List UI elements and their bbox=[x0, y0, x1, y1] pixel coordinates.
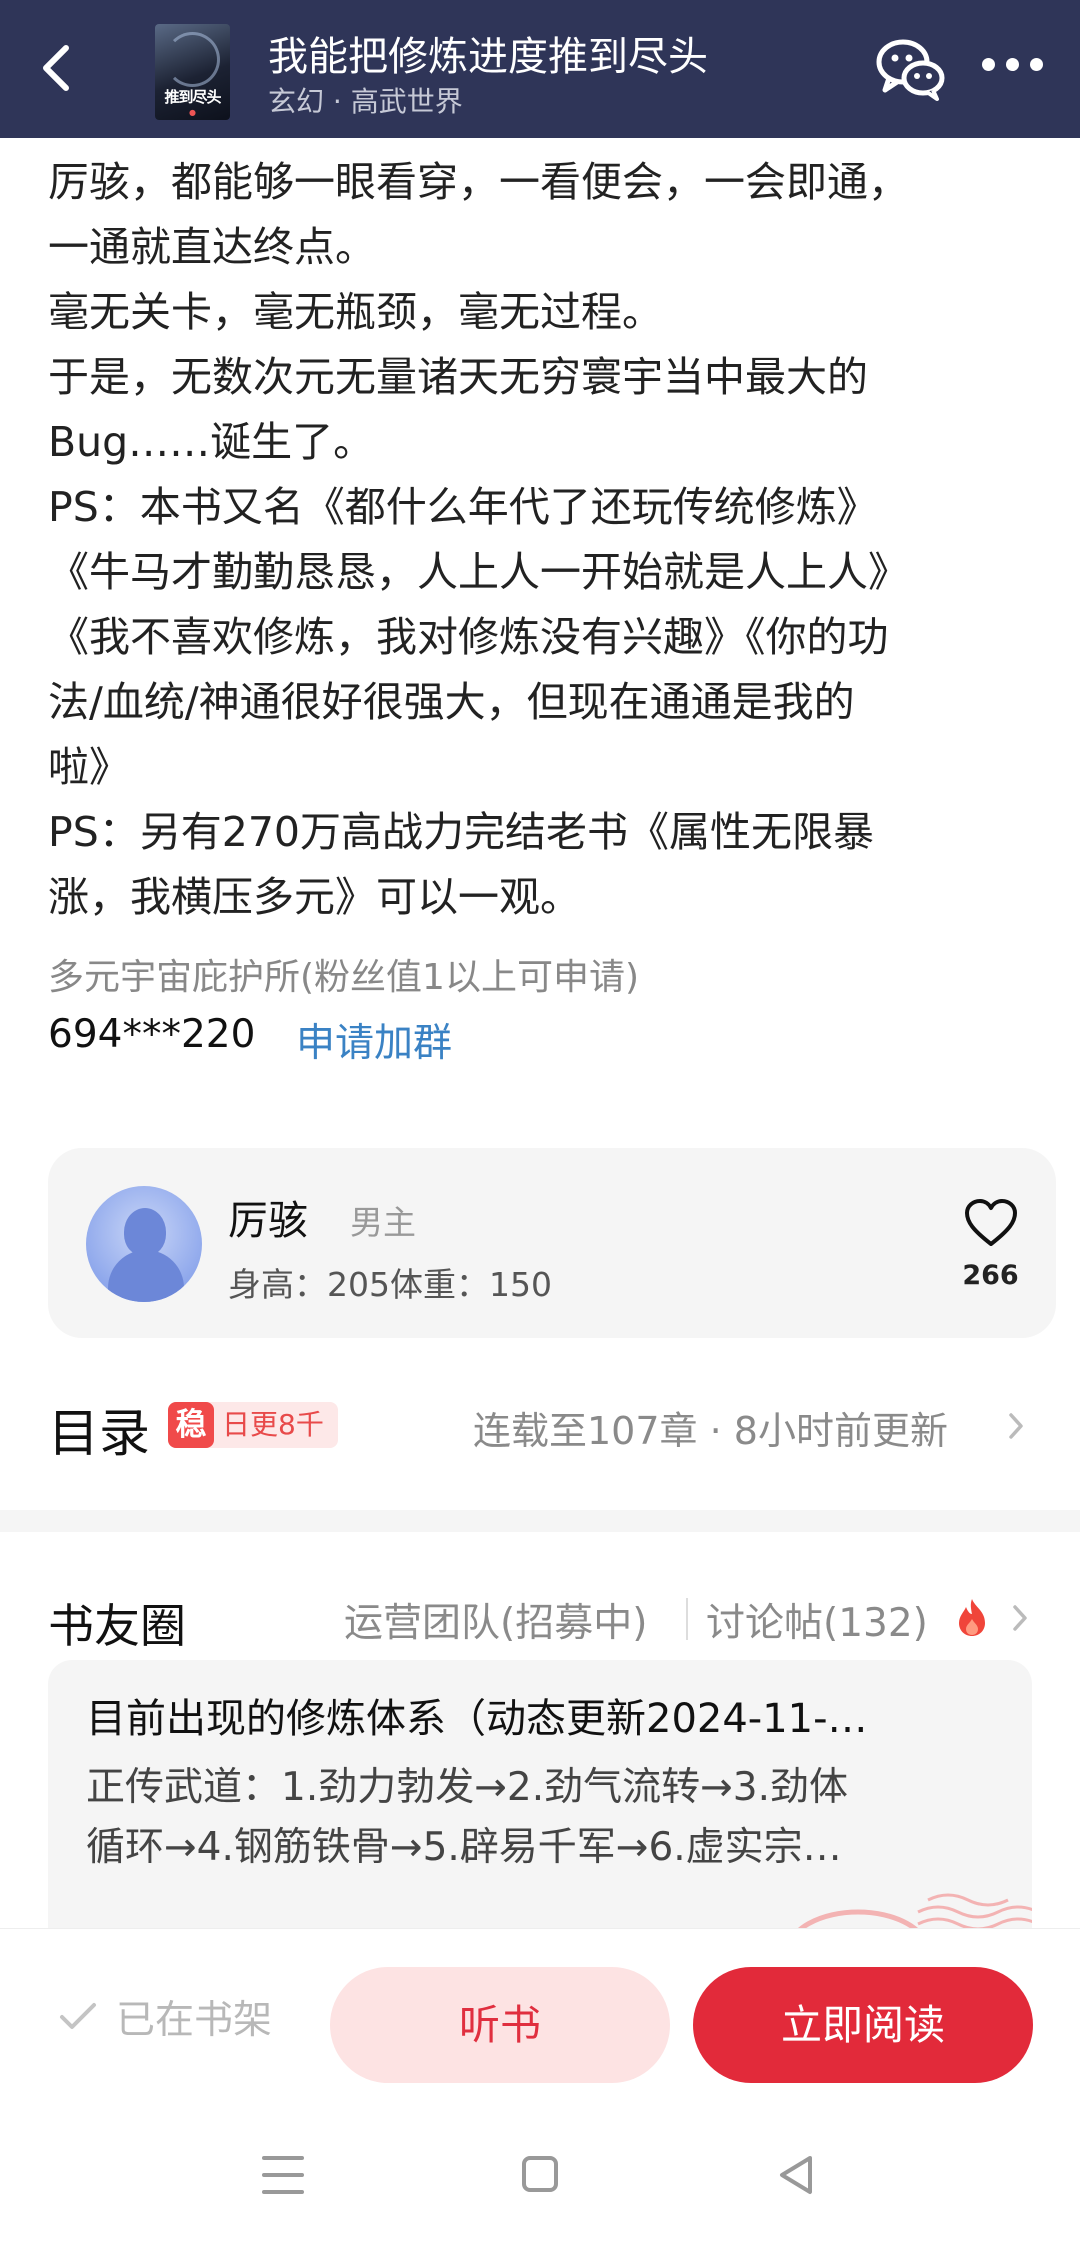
check-icon bbox=[60, 2003, 96, 2029]
character-stats: 身高：205体重：150 bbox=[228, 1265, 552, 1304]
book-friends-title: 书友圈 bbox=[48, 1599, 186, 1653]
description-line: PS：本书又名《都什么年代了还玩传统修炼》 bbox=[48, 483, 878, 531]
post-card[interactable]: 目前出现的修炼体系（动态更新2024-11-… 正传武道：1.劲力勃发→2.劲气… bbox=[48, 1660, 1032, 1930]
description-line: 《我不喜欢修炼，我对修炼没有兴趣》《你的功 bbox=[48, 613, 889, 661]
separator bbox=[686, 1598, 688, 1640]
back-arrow-icon[interactable] bbox=[28, 38, 88, 98]
heart-icon[interactable] bbox=[963, 1198, 1019, 1248]
stamp-decoration bbox=[795, 1893, 1032, 1930]
description-line: 涨，我横压多元》可以一观。 bbox=[48, 873, 581, 921]
recent-apps-icon[interactable] bbox=[262, 2156, 304, 2196]
post-line: 正传武道：1.劲力勃发→2.劲气流转→3.劲体 bbox=[86, 1765, 848, 1810]
section-divider bbox=[0, 1510, 1080, 1532]
wechat-icon[interactable] bbox=[875, 36, 947, 102]
book-title: 我能把修炼进度推到尽头 bbox=[268, 34, 708, 80]
read-now-button[interactable]: 立即阅读 bbox=[693, 1967, 1033, 2083]
post-excerpt: 正传武道：1.劲力勃发→2.劲气流转→3.劲体 循环→4.钢筋铁骨→5.辟易千军… bbox=[86, 1758, 1006, 1878]
description-line: 一通就直达终点。 bbox=[48, 223, 376, 271]
like-count: 266 bbox=[962, 1260, 1019, 1291]
on-shelf-label[interactable]: 已在书架 bbox=[116, 1989, 272, 2045]
book-cover[interactable]: 推到尽头 ● bbox=[155, 24, 230, 120]
description-line: 法/血统/神通很好很强大，但现在通通是我的 bbox=[48, 678, 855, 726]
book-genre: 玄幻 · 高武世界 bbox=[268, 85, 463, 118]
description-line: 《牛马才勤勤恳恳，人上人一开始就是人上人》 bbox=[48, 548, 909, 596]
book-description: 厉骇，都能够一眼看穿，一看便会，一会即通， 一通就直达终点。 毫无关卡，毫无瓶颈… bbox=[48, 150, 1048, 930]
join-group-link[interactable]: 申请加群 bbox=[296, 1012, 452, 1068]
cover-title: 推到尽头 bbox=[164, 88, 221, 106]
description-line: 毫无关卡，毫无瓶颈，毫无过程。 bbox=[48, 288, 663, 336]
avatar bbox=[86, 1186, 202, 1302]
description-line: 啦》 bbox=[48, 743, 130, 791]
top-bar: 推到尽头 ● 我能把修炼进度推到尽头 玄幻 · 高武世界 bbox=[0, 0, 1080, 138]
bottom-action-bar: 已在书架 听书 立即阅读 bbox=[0, 1928, 1080, 2106]
listen-button[interactable]: 听书 bbox=[330, 1967, 670, 2083]
catalog-title[interactable]: 目录 bbox=[48, 1392, 150, 1466]
update-badge: 稳日更8千 bbox=[168, 1402, 338, 1448]
character-card[interactable]: 厉骇 男主 身高：205体重：150 266 bbox=[48, 1148, 1056, 1338]
ops-team-link[interactable]: 运营团队(招募中) bbox=[344, 1592, 647, 1648]
character-name: 厉骇 bbox=[228, 1198, 308, 1244]
description-line: PS：另有270万高战力完结老书《属性无限暴 bbox=[48, 808, 875, 856]
character-role: 男主 bbox=[350, 1203, 416, 1242]
fan-group-label: 多元宇宙庇护所(粉丝值1以上可申请) bbox=[48, 957, 639, 998]
chevron-right-icon[interactable] bbox=[1006, 1410, 1026, 1442]
stable-icon: 稳 bbox=[168, 1402, 214, 1448]
chevron-right-icon[interactable] bbox=[1010, 1602, 1030, 1634]
description-line: Bug……诞生了。 bbox=[48, 418, 375, 466]
fire-icon bbox=[959, 1599, 985, 1636]
discussions-link[interactable]: 讨论帖(132) bbox=[706, 1592, 928, 1648]
post-line: 循环→4.钢筋铁骨→5.辟易千军→6.虚实宗… bbox=[86, 1825, 842, 1870]
description-line: 于是，无数次元无量诸天无穷寰宇当中最大的 bbox=[48, 353, 868, 401]
more-dots-icon[interactable] bbox=[982, 56, 1044, 76]
update-badge-label: 日更8千 bbox=[222, 1408, 324, 1441]
description-line: 厉骇，都能够一眼看穿，一看便会，一会即通， bbox=[48, 158, 909, 206]
home-icon[interactable] bbox=[522, 2156, 558, 2192]
back-triangle-icon[interactable] bbox=[776, 2154, 816, 2196]
qq-group-number: 694***220 bbox=[48, 1012, 256, 1057]
post-title: 目前出现的修炼体系（动态更新2024-11-… bbox=[86, 1696, 868, 1742]
system-navigation-bar bbox=[0, 2106, 1080, 2251]
catalog-status[interactable]: 连载至107章 · 8小时前更新 bbox=[473, 1400, 948, 1455]
